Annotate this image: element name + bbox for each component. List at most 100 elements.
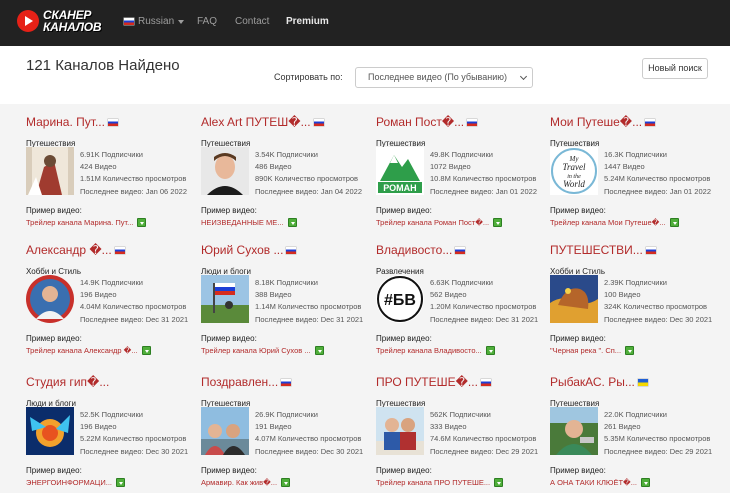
channel-avatar[interactable]: #БВ	[376, 275, 424, 323]
example-video-link[interactable]: ЭНЕРГОИНФОРМАЦИ...	[26, 478, 125, 487]
nav-contact-link[interactable]: Contact	[235, 16, 269, 27]
channel-avatar[interactable]	[26, 275, 74, 323]
nav-premium-link[interactable]: Premium	[286, 16, 329, 27]
channel-avatar[interactable]	[201, 275, 249, 323]
example-video-title: Трейлер канала ПРО ПУТЕШЕ...	[376, 478, 491, 487]
site-logo[interactable]: СКАНЕР КАНАЛОВ	[17, 9, 102, 33]
channel-title-link[interactable]: Студия гип�...	[26, 375, 109, 389]
download-icon[interactable]	[625, 346, 635, 355]
new-search-button[interactable]: Новый поиск	[642, 58, 708, 79]
subscriber-count: 22.0K Подписчики	[604, 410, 667, 419]
channel-avatar[interactable]	[550, 407, 598, 455]
download-icon[interactable]	[137, 218, 147, 227]
top-navbar: СКАНЕР КАНАЛОВ Russian FAQ Contact Premi…	[0, 0, 730, 46]
channel-card: Студия гип�... Люди и блоги 52.5K Подпис…	[26, 367, 196, 487]
view-count: 1.14M Количество просмотров	[255, 302, 362, 311]
logo-text: СКАНЕР КАНАЛОВ	[43, 9, 102, 33]
download-icon[interactable]	[116, 478, 125, 487]
view-count: 74.6M Количество просмотров	[430, 434, 537, 443]
example-video-link[interactable]: Трейлер канала Роман Пост�...	[376, 218, 503, 227]
view-count: 5.35M Количество просмотров	[604, 434, 711, 443]
view-count: 5.22M Количество просмотров	[80, 434, 187, 443]
sort-select[interactable]: Последнее видео (По убыванию)	[355, 67, 533, 88]
video-count: 1447 Видео	[604, 162, 645, 171]
example-video-label: Пример видео:	[550, 466, 606, 475]
example-video-link[interactable]: Трейлер канала Александр �...	[26, 346, 151, 355]
channel-title-link[interactable]: Владивосто...	[376, 243, 466, 257]
download-icon[interactable]	[493, 218, 503, 227]
channel-title-link[interactable]: Мои Путеше�...	[550, 115, 656, 129]
download-icon[interactable]	[494, 478, 504, 487]
channel-avatar[interactable]: My Travel in the World	[550, 147, 598, 195]
channel-title: ПУТЕШЕСТВИ...	[550, 243, 643, 257]
subscriber-count: 52.5K Подписчики	[80, 410, 143, 419]
download-icon[interactable]	[281, 478, 291, 487]
channel-title-link[interactable]: Роман Пост�...	[376, 115, 478, 129]
download-icon[interactable]	[669, 218, 679, 227]
channel-card: Марина. Пут... Путешествия 6.91K Подписч…	[26, 107, 196, 227]
video-count: 196 Видео	[80, 290, 117, 299]
channel-title: Студия гип�...	[26, 375, 110, 389]
subscriber-count: 3.54K Подписчики	[255, 150, 318, 159]
channel-avatar[interactable]	[26, 147, 74, 195]
channel-title-link[interactable]: Alex Art ПУТЕШ�...	[201, 115, 324, 129]
example-video-label: Пример видео:	[376, 334, 432, 343]
channel-title: ПРО ПУТЕШЕ�...	[376, 375, 478, 389]
language-dropdown[interactable]: Russian	[124, 16, 185, 27]
channel-title-link[interactable]: РыбакАС. Ры...	[550, 375, 648, 389]
subscriber-count: 8.18K Подписчики	[255, 278, 318, 287]
channel-title-link[interactable]: ПРО ПУТЕШЕ�...	[376, 375, 491, 389]
view-count: 10.8M Количество просмотров	[430, 174, 537, 183]
video-count: 562 Видео	[430, 290, 467, 299]
view-count: 324K Количество просмотров	[604, 302, 708, 311]
sort-label: Сортировать по:	[274, 72, 343, 82]
example-video-label: Пример видео:	[550, 334, 606, 343]
channel-avatar[interactable]: РОМАН	[376, 147, 424, 195]
example-video-link[interactable]: "Черная река ". Сп...	[550, 346, 635, 355]
channel-avatar[interactable]	[201, 407, 249, 455]
example-video-label: Пример видео:	[376, 206, 432, 215]
example-video-link[interactable]: Трейлер канала Марина. Пут...	[26, 218, 147, 227]
channel-title-link[interactable]: ПУТЕШЕСТВИ...	[550, 243, 656, 257]
view-count: 4.07M Количество просмотров	[255, 434, 362, 443]
example-video-title: Трейлер канала Марина. Пут...	[26, 218, 134, 227]
download-icon[interactable]	[141, 346, 151, 355]
russia-flag-icon	[114, 246, 125, 254]
last-video-date: Последнее видео: Dec 29 2021	[430, 447, 539, 456]
example-video-label: Пример видео:	[376, 466, 432, 475]
download-icon[interactable]	[485, 346, 495, 355]
nav-faq-link[interactable]: FAQ	[197, 16, 217, 27]
example-video-link[interactable]: Трейлер канала Владивосто...	[376, 346, 495, 355]
example-video-link[interactable]: Трейлер канала Юрий Сухов ...	[201, 346, 324, 355]
download-icon[interactable]	[314, 346, 324, 355]
channel-title-link[interactable]: Поздравлен...	[201, 375, 292, 389]
channel-title-link[interactable]: Александр �...	[26, 243, 125, 257]
subscriber-count: 6.91K Подписчики	[80, 150, 143, 159]
channel-avatar[interactable]	[26, 407, 74, 455]
last-video-date: Последнее видео: Dec 30 2021	[604, 315, 713, 324]
channel-title-link[interactable]: Марина. Пут...	[26, 115, 118, 129]
russia-flag-icon	[645, 118, 656, 126]
video-count: 388 Видео	[255, 290, 292, 299]
chevron-down-icon	[519, 72, 528, 81]
example-video-link[interactable]: Трейлер канала ПРО ПУТЕШЕ...	[376, 478, 504, 487]
channel-card: Alex Art ПУТЕШ�... Путешествия 3.54K Под…	[201, 107, 371, 227]
example-video-title: НЕИЗВЕДАННЫЕ МЕ...	[201, 218, 284, 227]
example-video-link[interactable]: НЕИЗВЕДАННЫЕ МЕ...	[201, 218, 297, 227]
example-video-link[interactable]: А ОНА ТАКИ КЛЮЁТ�...	[550, 478, 650, 487]
example-video-label: Пример видео:	[26, 206, 82, 215]
example-video-label: Пример видео:	[201, 466, 257, 475]
russia-flag-icon	[124, 18, 134, 25]
channel-card: ПУТЕШЕСТВИ... Хобби и Стиль 2.39K Подпис…	[550, 235, 720, 355]
channel-avatar[interactable]	[201, 147, 249, 195]
channel-avatar[interactable]	[550, 275, 598, 323]
download-icon[interactable]	[641, 478, 650, 487]
example-video-link[interactable]: Трейлер канала Мои Путеше�...	[550, 218, 679, 227]
travel-logo-line-2: Travel	[562, 162, 586, 172]
channel-avatar[interactable]	[376, 407, 424, 455]
channel-title-link[interactable]: Юрий Сухов ...	[201, 243, 297, 257]
download-icon[interactable]	[287, 218, 297, 227]
sort-select-value: Последнее видео (По убыванию)	[368, 72, 507, 82]
example-video-link[interactable]: Армавир. Как жив�...	[201, 478, 291, 487]
russia-flag-icon	[107, 118, 118, 126]
